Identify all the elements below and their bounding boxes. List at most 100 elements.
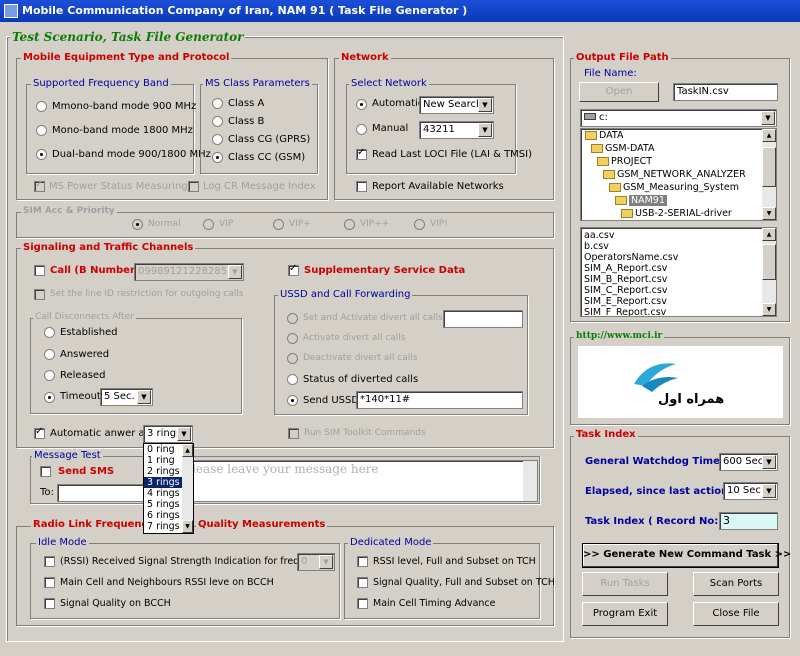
established-radio[interactable] xyxy=(44,327,55,338)
folder-item-selected[interactable]: NAM91 xyxy=(581,194,776,207)
timeout-select[interactable]: 5 Sec. ▼ xyxy=(100,388,153,406)
automatic-select[interactable]: New Search ▼ xyxy=(419,96,494,114)
status-divert-radio[interactable] xyxy=(287,374,298,385)
main-cell-rssi-checkbox[interactable] xyxy=(44,577,55,588)
vip-plus-plus-radio[interactable] xyxy=(344,219,355,230)
read-loci-checkbox[interactable] xyxy=(356,147,367,160)
scroll-thumb[interactable] xyxy=(762,147,776,187)
call-number-select[interactable]: 09989121228285 ▼ xyxy=(134,263,244,281)
elapsed-select[interactable]: 10 Sec ▼ xyxy=(723,482,778,500)
watchdog-select[interactable]: 600 Sec. ▼ xyxy=(719,453,778,471)
message-textarea[interactable]: Please leave your message here xyxy=(150,460,538,502)
send-sms-checkbox[interactable] xyxy=(40,466,51,477)
chevron-down-icon[interactable]: ▼ xyxy=(478,98,492,112)
scroll-thumb[interactable] xyxy=(762,244,776,280)
ussd-input[interactable]: *140*11# xyxy=(356,391,523,409)
vip-radio[interactable] xyxy=(203,219,214,230)
vip-plus-radio[interactable] xyxy=(273,219,284,230)
timing-advance-checkbox[interactable] xyxy=(357,598,368,609)
rings-scrollbar[interactable]: ▲ ▼ xyxy=(182,444,193,533)
scroll-up-icon[interactable]: ▲ xyxy=(762,228,776,241)
rings-dropdown-list[interactable]: 0 ring 1 ring 2 rings 3 rings 4 rings 5 … xyxy=(143,443,194,534)
power-status-checkbox[interactable] xyxy=(34,179,45,192)
signal-quality-tch-checkbox[interactable] xyxy=(357,577,368,588)
message-scrollbar[interactable] xyxy=(523,461,537,501)
drive-select[interactable]: c: ▼ xyxy=(580,109,777,127)
freq-dual-radio[interactable] xyxy=(36,149,47,160)
report-networks-checkbox[interactable] xyxy=(356,181,367,192)
title-bar[interactable]: Mobile Communication Company of Iran, NA… xyxy=(0,0,800,22)
chevron-down-icon[interactable]: ▼ xyxy=(762,484,776,498)
vip-excl-radio[interactable] xyxy=(414,219,425,230)
file-item[interactable]: SIM_E_Report.csv xyxy=(581,296,776,307)
chevron-down-icon[interactable]: ▼ xyxy=(228,265,242,279)
divert-number-input[interactable] xyxy=(443,310,523,328)
supp-checkbox[interactable] xyxy=(288,263,299,276)
folder-item[interactable]: USB-2-SERIAL-driver xyxy=(581,207,776,220)
scroll-down-icon[interactable]: ▼ xyxy=(762,303,776,316)
send-ussd-radio[interactable] xyxy=(287,395,298,406)
open-button[interactable]: Open xyxy=(579,82,659,102)
call-checkbox[interactable] xyxy=(34,265,45,276)
freq-1800-radio[interactable] xyxy=(36,125,47,136)
generate-task-button[interactable]: >> Generate New Command Task >> xyxy=(582,543,791,568)
chevron-down-icon[interactable]: ▼ xyxy=(319,555,333,569)
signal-quality-bcch-checkbox[interactable] xyxy=(44,598,55,609)
chevron-down-icon[interactable]: ▼ xyxy=(762,455,776,469)
file-item[interactable]: OperatorsName.csv xyxy=(581,252,776,263)
folder-item[interactable]: PROJECT xyxy=(581,155,776,168)
line-id-checkbox[interactable] xyxy=(34,289,45,300)
file-item[interactable]: SIM_B_Report.csv xyxy=(581,274,776,285)
chevron-down-icon[interactable]: ▼ xyxy=(137,390,151,404)
scan-ports-button[interactable]: Scan Ports xyxy=(693,572,779,596)
folder-scrollbar[interactable]: ▲ ▼ xyxy=(762,129,776,220)
chevron-down-icon[interactable]: ▼ xyxy=(177,427,191,441)
answered-radio[interactable] xyxy=(44,349,55,360)
normal-radio[interactable] xyxy=(132,219,143,230)
chevron-down-icon[interactable]: ▼ xyxy=(478,123,492,137)
program-exit-button[interactable]: Program Exit xyxy=(582,602,668,626)
freq-900-radio[interactable] xyxy=(36,101,47,112)
deactivate-divert-radio[interactable] xyxy=(287,353,298,364)
rssi-tch-checkbox[interactable] xyxy=(357,556,368,567)
set-divert-radio[interactable] xyxy=(287,313,298,324)
file-list[interactable]: aa.csv b.csv OperatorsName.csv SIM_A_Rep… xyxy=(580,227,777,317)
rssi-freq-checkbox[interactable] xyxy=(44,556,55,567)
to-input[interactable] xyxy=(57,484,147,502)
class-cg-radio[interactable] xyxy=(212,134,223,145)
manual-radio[interactable] xyxy=(356,124,367,135)
scroll-up-icon[interactable]: ▲ xyxy=(762,129,776,142)
file-item[interactable]: SIM_F_Report.csv xyxy=(581,307,776,316)
class-b-radio[interactable] xyxy=(212,116,223,127)
file-item[interactable]: b.csv xyxy=(581,241,776,252)
folder-item[interactable]: GSM-DATA xyxy=(581,142,776,155)
file-item[interactable]: aa.csv xyxy=(581,228,776,241)
rssi-freq-select[interactable]: 0 ▼ xyxy=(297,553,335,571)
timeout-radio[interactable] xyxy=(44,392,55,403)
manual-select[interactable]: 43211 ▼ xyxy=(419,121,494,139)
scroll-down-icon[interactable]: ▼ xyxy=(182,520,193,533)
file-item[interactable]: SIM_C_Report.csv xyxy=(581,285,776,296)
class-a-radio[interactable] xyxy=(212,98,223,109)
file-scrollbar[interactable]: ▲ ▼ xyxy=(762,228,776,316)
activate-divert-radio[interactable] xyxy=(287,333,298,344)
folder-item[interactable]: DATA xyxy=(581,129,776,142)
website-url[interactable]: http://www.mci.ir xyxy=(574,331,665,341)
sim-toolkit-checkbox[interactable] xyxy=(288,428,299,439)
folder-item[interactable]: GSM_Measuring_System xyxy=(581,181,776,194)
released-radio[interactable] xyxy=(44,370,55,381)
auto-answer-select[interactable]: 3 rings ▼ xyxy=(143,425,193,443)
auto-answer-checkbox[interactable] xyxy=(34,426,45,439)
file-name-input[interactable]: TaskIN.csv xyxy=(673,83,778,101)
run-tasks-button[interactable]: Run Tasks xyxy=(582,572,668,596)
file-item[interactable]: SIM_A_Report.csv xyxy=(581,263,776,274)
chevron-down-icon[interactable]: ▼ xyxy=(761,111,775,125)
class-cc-radio[interactable] xyxy=(212,152,223,163)
folder-item[interactable]: GSM_NETWORK_ANALYZER xyxy=(581,168,776,181)
log-cr-checkbox[interactable] xyxy=(188,181,199,192)
close-file-button[interactable]: Close File xyxy=(693,602,779,626)
folder-tree[interactable]: DATA GSM-DATA PROJECT GSM_NETWORK_ANALYZ… xyxy=(580,128,777,221)
scroll-up-icon[interactable]: ▲ xyxy=(182,444,193,457)
scroll-down-icon[interactable]: ▼ xyxy=(762,207,776,220)
automatic-radio[interactable] xyxy=(356,99,367,110)
